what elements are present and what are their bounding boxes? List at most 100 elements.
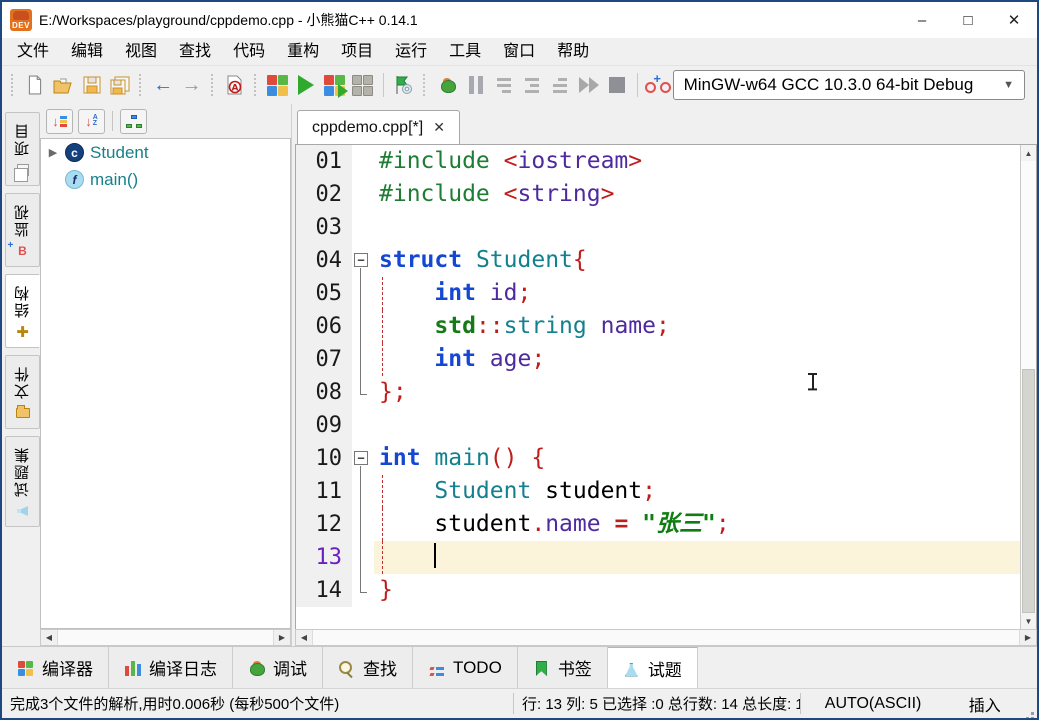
maximize-button[interactable]: □ [945,2,991,38]
minimize-button[interactable]: – [899,2,945,38]
code-line-09[interactable]: 09 [296,409,1020,442]
fold-margin[interactable]: − [352,442,374,475]
run-button[interactable] [292,70,320,100]
run-parameters-button[interactable] [390,70,418,100]
menu-item-5[interactable]: 重构 [276,38,330,65]
scrollbar-track[interactable] [57,630,274,645]
open-file-button[interactable] [49,70,77,100]
close-icon[interactable]: ✕ [433,119,445,136]
compile-button[interactable] [264,70,292,100]
scroll-down-icon[interactable]: ▼ [1021,613,1036,629]
scroll-left-icon[interactable]: ◀ [41,630,57,645]
editor-horizontal-scrollbar[interactable]: ◀ ▶ [295,629,1037,646]
title-bar[interactable]: DEV E:/Workspaces/playground/cppdemo.cpp… [2,2,1037,38]
code-text[interactable]: int age; [374,343,1020,376]
code-line-07[interactable]: 07 int age; [296,343,1020,376]
code-text[interactable] [374,409,1020,442]
fold-toggle-icon[interactable]: − [354,451,368,465]
code-line-11[interactable]: 11 Student student; [296,475,1020,508]
forward-button[interactable]: → [177,70,205,100]
menu-item-10[interactable]: 帮助 [546,38,600,65]
code-text[interactable]: } [374,574,1020,607]
add-watch-button[interactable]: + [644,70,672,100]
panel-horizontal-scrollbar[interactable]: ◀ ▶ [40,629,291,646]
step-out-button[interactable] [546,70,574,100]
tree-item-student[interactable]: ▶ c Student [41,139,290,166]
code-editor[interactable]: 01#include <iostream>02#include <string>… [296,145,1020,629]
scroll-left-icon[interactable]: ◀ [296,630,312,645]
save-all-button[interactable] [106,70,134,100]
bottom-tab-todo[interactable]: TODO [413,647,518,688]
scrollbar-track[interactable] [1021,161,1036,613]
bottom-tab-bookmarks[interactable]: 书签 [518,647,608,688]
bottom-tab-compile-log[interactable]: 编译日志 [109,647,233,688]
code-line-12[interactable]: 12 student.name = "张三"; [296,508,1020,541]
sidebar-tab-structure[interactable]: 结构 ✚ [5,274,40,348]
scrollbar-thumb[interactable] [1022,369,1035,613]
sidebar-tab-files[interactable]: 文件 [5,355,40,429]
code-text[interactable]: Student student; [374,475,1020,508]
code-text[interactable]: student.name = "张三"; [374,508,1020,541]
menu-item-3[interactable]: 查找 [168,38,222,65]
code-text[interactable]: #include <iostream> [374,145,1020,178]
scroll-up-icon[interactable]: ▲ [1021,145,1036,161]
scrollbar-track[interactable] [312,630,1020,645]
toolbar-handle[interactable] [139,74,144,96]
code-text[interactable]: }; [374,376,1020,409]
code-line-10[interactable]: 10−int main() { [296,442,1020,475]
show-inherited-button[interactable] [120,109,147,134]
tree-item-main[interactable]: f main() [41,166,290,193]
code-line-05[interactable]: 05 int id; [296,277,1020,310]
bottom-tab-debug[interactable]: 调试 [233,647,323,688]
menu-item-4[interactable]: 代码 [222,38,276,65]
menu-item-2[interactable]: 视图 [114,38,168,65]
code-text[interactable]: struct Student{ [374,244,1020,277]
rebuild-all-button[interactable] [349,70,377,100]
stop-button[interactable] [603,70,631,100]
bottom-tab-search[interactable]: 查找 [323,647,413,688]
code-line-04[interactable]: 04−struct Student{ [296,244,1020,277]
encoding-status[interactable]: AUTO(ASCII) [801,695,945,713]
code-line-06[interactable]: 06 std::string name; [296,310,1020,343]
expand-arrow-icon[interactable]: ▶ [47,146,59,159]
close-button[interactable]: ✕ [991,2,1037,38]
debug-button[interactable] [433,70,461,100]
menu-item-8[interactable]: 工具 [438,38,492,65]
code-line-03[interactable]: 03 [296,211,1020,244]
menu-item-9[interactable]: 窗口 [492,38,546,65]
run-to-cursor-button[interactable] [575,70,603,100]
editor-vertical-scrollbar[interactable]: ▲ ▼ [1020,145,1036,629]
bottom-tab-compiler[interactable]: 编译器 [2,647,109,688]
toolbar-handle[interactable] [211,74,216,96]
code-line-01[interactable]: 01#include <iostream> [296,145,1020,178]
scroll-right-icon[interactable]: ▶ [274,630,290,645]
compile-and-run-button[interactable] [320,70,348,100]
menu-item-0[interactable]: 文件 [6,38,60,65]
menu-item-1[interactable]: 编辑 [60,38,114,65]
sidebar-tab-project[interactable]: 项目 [5,112,40,186]
sidebar-tab-problem-set[interactable]: 试题集 [5,436,40,527]
code-line-02[interactable]: 02#include <string> [296,178,1020,211]
code-line-13[interactable]: 13 [296,541,1020,574]
code-text[interactable]: std::string name; [374,310,1020,343]
step-into-button[interactable] [518,70,546,100]
code-text[interactable]: #include <string> [374,178,1020,211]
code-text[interactable]: int id; [374,277,1020,310]
step-over-button[interactable] [490,70,518,100]
fold-margin[interactable]: − [352,244,374,277]
compiler-set-select[interactable]: MinGW-w64 GCC 10.3.0 64-bit Debug ▼ [673,70,1025,100]
sidebar-tab-watch[interactable]: 监视 B [5,193,40,267]
new-file-button[interactable] [21,70,49,100]
scroll-right-icon[interactable]: ▶ [1020,630,1036,645]
sort-by-type-button[interactable]: ↓ [46,109,73,134]
menu-item-6[interactable]: 项目 [330,38,384,65]
bottom-tab-problem[interactable]: 试题 [608,647,698,688]
pause-button[interactable] [461,70,489,100]
fold-toggle-icon[interactable]: − [354,253,368,267]
code-text[interactable]: int main() { [374,442,1020,475]
editor-tab-cppdemo[interactable]: cppdemo.cpp[*] ✕ [297,110,460,144]
resize-grip[interactable] [1025,689,1037,718]
back-button[interactable]: ← [149,70,177,100]
code-text[interactable] [374,211,1020,244]
find-in-files-button[interactable]: A [220,70,248,100]
